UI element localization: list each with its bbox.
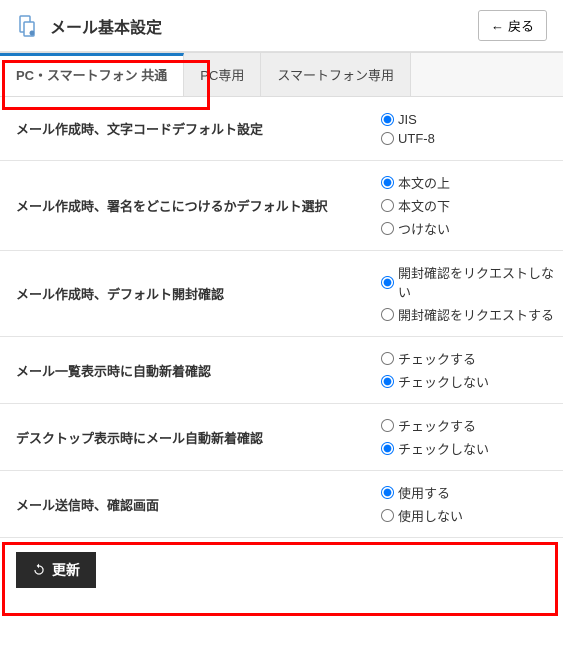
option-signature-position-1[interactable]: 本文の下 [381,196,555,215]
radio-input[interactable] [381,132,394,145]
setting-label: メール一覧表示時に自動新着確認 [0,339,373,402]
tab-sp[interactable]: スマートフォン専用 [261,53,411,96]
option-label: 開封確認をリクエストする [398,305,554,324]
option-label: UTF-8 [398,131,435,146]
option-label: 本文の下 [398,196,450,215]
setting-options: チェックするチェックしない [373,337,563,403]
radio-input[interactable] [381,176,394,189]
radio-input[interactable] [381,486,394,499]
option-desktop-auto-check-0[interactable]: チェックする [381,416,555,435]
radio-input[interactable] [381,308,394,321]
setting-row-signature-position: メール作成時、署名をどこにつけるかデフォルト選択本文の上本文の下つけない [0,161,563,251]
option-label: チェックしない [398,439,489,458]
setting-row-desktop-auto-check: デスクトップ表示時にメール自動新着確認チェックするチェックしない [0,404,563,471]
option-label: 使用する [398,483,450,502]
update-button[interactable]: 更新 [16,552,96,588]
back-label: 戻る [508,16,534,35]
option-label: 使用しない [398,506,463,525]
setting-options: 使用する使用しない [373,471,563,537]
radio-input[interactable] [381,222,394,235]
setting-row-list-auto-check: メール一覧表示時に自動新着確認チェックするチェックしない [0,337,563,404]
option-label: チェックする [398,416,476,435]
setting-row-charset: メール作成時、文字コードデフォルト設定 JIS UTF-8 [0,97,563,161]
page-title: メール基本設定 [50,14,468,38]
radio-input[interactable] [381,375,394,388]
setting-label: メール作成時、デフォルト開封確認 [0,262,373,325]
option-label: つけない [398,219,450,238]
setting-options: 開封確認をリクエストしない開封確認をリクエストする [373,251,563,336]
option-signature-position-2[interactable]: つけない [381,219,555,238]
setting-label: メール作成時、署名をどこにつけるかデフォルト選択 [0,174,373,237]
setting-label: メール作成時、文字コードデフォルト設定 [0,97,373,160]
option-label: 開封確認をリクエストしない [398,263,555,301]
option-label: チェックする [398,349,476,368]
option-list-auto-check-0[interactable]: チェックする [381,349,555,368]
update-label: 更新 [52,560,80,580]
option-label: チェックしない [398,372,489,391]
setting-label: デスクトップ表示時にメール自動新着確認 [0,406,373,469]
tab-pc[interactable]: PC専用 [184,53,261,96]
radio-input[interactable] [381,352,394,365]
setting-options: チェックするチェックしない [373,404,563,470]
tab-common[interactable]: PC・スマートフォン 共通 [0,53,184,96]
option-desktop-auto-check-1[interactable]: チェックしない [381,439,555,458]
radio-input[interactable] [381,199,394,212]
setting-row-send-confirm: メール送信時、確認画面使用する使用しない [0,471,563,538]
option-send-confirm-0[interactable]: 使用する [381,483,555,502]
setting-options: JIS UTF-8 [373,100,563,158]
page-icon [16,14,40,38]
tab-bar: PC・スマートフォン 共通PC専用スマートフォン専用 [0,52,563,97]
option-signature-position-0[interactable]: 本文の上 [381,173,555,192]
setting-label: メール送信時、確認画面 [0,473,373,536]
setting-options: 本文の上本文の下つけない [373,161,563,250]
back-arrow-icon: ← [491,18,504,33]
back-button[interactable]: ← 戻る [478,10,547,41]
option-list-auto-check-1[interactable]: チェックしない [381,372,555,391]
option-label: JIS [398,112,417,127]
setting-row-read-receipt: メール作成時、デフォルト開封確認開封確認をリクエストしない開封確認をリクエストす… [0,251,563,337]
option-send-confirm-1[interactable]: 使用しない [381,506,555,525]
radio-input[interactable] [381,419,394,432]
option-label: 本文の上 [398,173,450,192]
radio-input[interactable] [381,276,394,289]
radio-input[interactable] [381,509,394,522]
option-read-receipt-1[interactable]: 開封確認をリクエストする [381,305,555,324]
option-charset-1[interactable]: UTF-8 [381,131,555,146]
option-charset-0[interactable]: JIS [381,112,555,127]
refresh-icon [32,563,46,577]
option-read-receipt-0[interactable]: 開封確認をリクエストしない [381,263,555,301]
radio-input[interactable] [381,113,394,126]
radio-input[interactable] [381,442,394,455]
